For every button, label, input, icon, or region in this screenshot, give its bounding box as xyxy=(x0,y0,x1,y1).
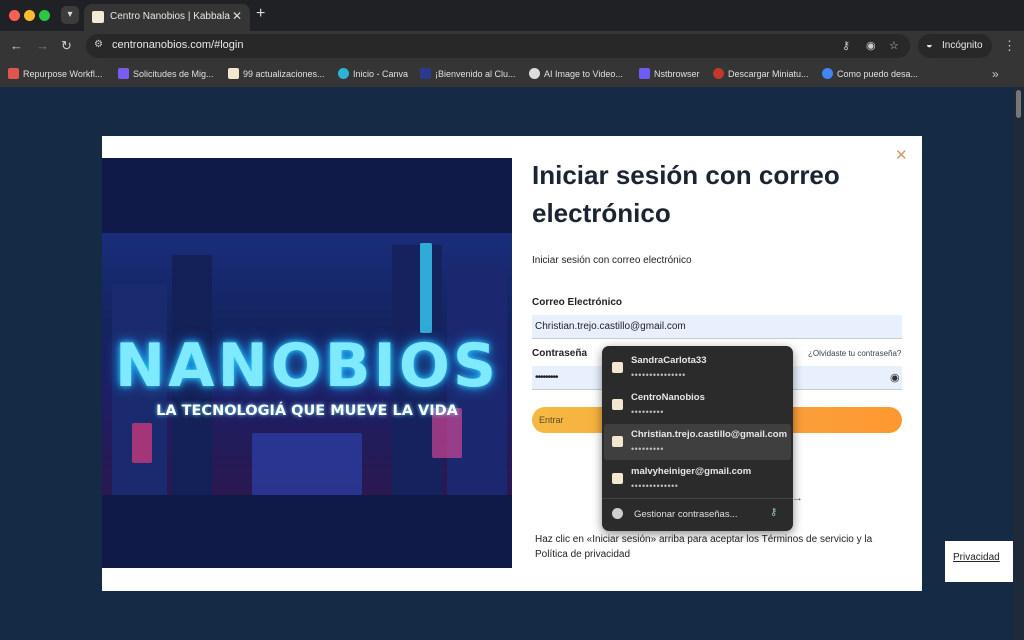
bookmark-label: ¡Bienvenido al Clu... xyxy=(435,69,516,79)
password-label: Contraseña xyxy=(532,348,588,359)
brand-logo-text: NANOBIOS xyxy=(114,331,500,401)
password-value[interactable]: ••••••••• xyxy=(535,372,558,383)
url-text[interactable]: centronanobios.com/#login xyxy=(112,39,243,51)
email-value[interactable]: Christian.trejo.castillo@gmail.com xyxy=(535,321,686,332)
show-password-icon[interactable]: ◉ xyxy=(890,371,900,384)
bookmark-favicon-icon xyxy=(338,68,349,79)
bookmark-favicon-icon xyxy=(639,68,650,79)
back-arrow-icon[interactable]: ← xyxy=(10,39,23,52)
bookmark-item[interactable]: Solicitudes de Mig... xyxy=(118,68,214,82)
close-modal-button[interactable]: ✕ xyxy=(895,148,908,163)
bookmark-star-icon[interactable]: ☆ xyxy=(889,39,899,53)
bookmark-item[interactable]: Repurpose Workfl... xyxy=(8,68,102,82)
email-field[interactable]: Christian.trejo.castillo@gmail.com xyxy=(532,315,902,339)
close-window-button[interactable] xyxy=(9,10,20,21)
arrow-right-icon[interactable]: → xyxy=(792,492,803,504)
bookmark-item[interactable]: 99 actualizaciones... xyxy=(228,68,325,82)
tab-active[interactable]: Centro Nanobios | Kabbalah y Tecnología … xyxy=(84,4,250,31)
bookmark-favicon-icon xyxy=(822,68,833,79)
bookmark-item[interactable]: Inicio - Canva xyxy=(338,68,408,82)
saved-password-mask: ••••••••••••••• xyxy=(631,370,686,380)
browser-menu-icon[interactable]: ⋮ xyxy=(1003,38,1016,54)
bookmark-label: Repurpose Workfl... xyxy=(23,69,103,79)
tab-title: Centro Nanobios | Kabbalah y Tecnología xyxy=(110,11,230,22)
scrollbar-thumb[interactable] xyxy=(1016,90,1021,118)
site-favicon-icon xyxy=(612,399,623,410)
saved-password-mask: ••••••••• xyxy=(631,444,664,454)
incognito-label: Incógnito xyxy=(942,40,983,51)
more-bookmarks-button[interactable]: » xyxy=(992,67,999,81)
page-scrollbar[interactable] xyxy=(1013,87,1024,640)
hero-image: NANOBIOS LA TECNOLOGIÁ QUE MUEVE LA VIDA xyxy=(102,233,512,495)
chrome-icon xyxy=(612,508,623,519)
privacy-badge[interactable]: Privacidad xyxy=(945,541,1013,582)
site-info-icon[interactable]: ⚙ xyxy=(94,39,106,51)
reload-icon[interactable]: ↻ xyxy=(61,39,72,52)
popup-divider xyxy=(602,498,793,499)
site-favicon-icon xyxy=(612,436,623,447)
bookmark-label: Solicitudes de Mig... xyxy=(133,69,214,79)
bookmark-favicon-icon xyxy=(8,68,19,79)
login-button-label: Entrar xyxy=(539,415,564,425)
site-favicon-icon xyxy=(92,11,104,23)
password-autofill-popup: SandraCarlota33 ••••••••••••••• CentroNa… xyxy=(602,346,793,531)
saved-credential-item[interactable]: CentroNanobios ••••••••• xyxy=(604,387,791,423)
saved-username: SandraCarlota33 xyxy=(631,355,707,366)
bookmark-label: Nstbrowser xyxy=(654,69,700,79)
bookmark-favicon-icon xyxy=(529,68,540,79)
maximize-window-button[interactable] xyxy=(39,10,50,21)
site-favicon-icon xyxy=(612,362,623,373)
password-key-icon[interactable]: ⚷ xyxy=(842,39,850,53)
email-label: Correo Electrónico xyxy=(532,297,623,308)
bookmark-item[interactable]: Como puedo desa... xyxy=(822,68,918,82)
eye-off-icon[interactable]: ◉ xyxy=(866,39,876,53)
bookmarks-bar: Repurpose Workfl... Solicitudes de Mig..… xyxy=(0,61,1024,87)
hero-banner: NANOBIOS LA TECNOLOGIÁ QUE MUEVE LA VIDA xyxy=(102,158,512,568)
minimize-window-button[interactable] xyxy=(24,10,35,21)
page-title: Iniciar sesión con correo electrónico xyxy=(532,160,840,228)
brand-tagline: LA TECNOLOGIÁ QUE MUEVE LA VIDA xyxy=(156,403,458,419)
tab-bar: ▾ Centro Nanobios | Kabbalah y Tecnologí… xyxy=(0,0,1024,31)
forgot-password-link[interactable]: ¿Olvidaste tu contraseña? xyxy=(808,349,901,358)
saved-username: malvyheiniger@gmail.com xyxy=(631,466,752,477)
tab-search-button[interactable]: ▾ xyxy=(61,6,79,24)
bookmark-item[interactable]: ¡Bienvenido al Clu... xyxy=(420,68,516,82)
bookmark-favicon-icon xyxy=(420,68,431,79)
bookmark-item[interactable]: Nstbrowser xyxy=(639,68,700,82)
bookmark-item[interactable]: Descargar Miniatu... xyxy=(713,68,809,82)
bookmark-label: Descargar Miniatu... xyxy=(728,69,809,79)
site-favicon-icon xyxy=(612,473,623,484)
bookmark-item[interactable]: AI Image to Video... xyxy=(529,68,623,82)
saved-password-mask: ••••••••••••• xyxy=(631,481,679,491)
terms-text: Haz clic en «Iniciar sesión» arriba para… xyxy=(535,534,873,560)
toolbar: ← → ↻ ⚙ centronanobios.com/#login ⚷ ◉ ☆ … xyxy=(0,31,1024,61)
incognito-icon: ◒ xyxy=(926,39,933,51)
page-subtitle: Iniciar sesión con correo electrónico xyxy=(532,255,692,266)
login-modal: NANOBIOS LA TECNOLOGIÁ QUE MUEVE LA VIDA… xyxy=(102,136,922,591)
manage-passwords-button[interactable]: Gestionar contraseñas... xyxy=(634,509,738,520)
saved-username: Christian.trejo.castillo@gmail.com xyxy=(631,429,788,440)
incognito-indicator[interactable]: ◒ Incógnito xyxy=(918,34,992,58)
saved-password-mask: ••••••••• xyxy=(631,407,664,417)
saved-username: CentroNanobios xyxy=(631,392,705,403)
bookmark-label: 99 actualizaciones... xyxy=(243,69,325,79)
bookmark-favicon-icon xyxy=(118,68,129,79)
saved-credential-item-selected[interactable]: Christian.trejo.castillo@gmail.com •••••… xyxy=(604,424,791,460)
password-key-icon: ⚷ xyxy=(770,507,778,518)
forward-arrow-icon[interactable]: → xyxy=(36,39,49,52)
bookmark-favicon-icon xyxy=(713,68,724,79)
saved-credential-item[interactable]: malvyheiniger@gmail.com ••••••••••••• xyxy=(604,461,791,497)
address-bar[interactable]: ⚙ centronanobios.com/#login ⚷ ◉ ☆ xyxy=(86,34,910,58)
bookmark-favicon-icon xyxy=(228,68,239,79)
bookmark-label: Inicio - Canva xyxy=(353,69,409,79)
bookmark-label: AI Image to Video... xyxy=(544,69,623,79)
tab-close-button[interactable]: ✕ xyxy=(232,9,242,23)
saved-credential-item[interactable]: SandraCarlota33 ••••••••••••••• xyxy=(604,350,791,386)
new-tab-button[interactable]: + xyxy=(256,6,265,22)
browser-chrome: ▾ Centro Nanobios | Kabbalah y Tecnologí… xyxy=(0,0,1024,87)
privacy-link[interactable]: Privacidad xyxy=(953,552,1000,563)
bookmark-label: Como puedo desa... xyxy=(837,69,919,79)
